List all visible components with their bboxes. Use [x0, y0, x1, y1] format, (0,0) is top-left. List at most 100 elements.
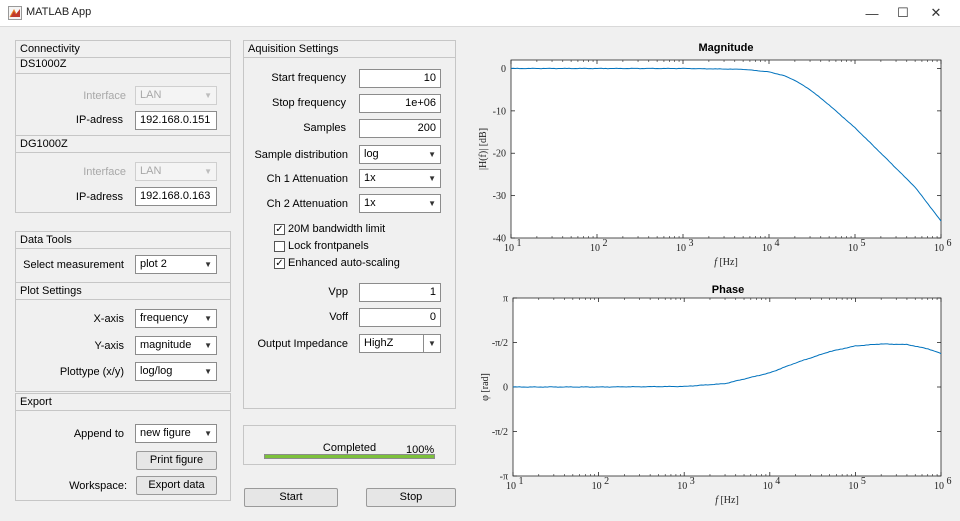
workspace-label: Workspace: — [69, 480, 127, 492]
voff-input[interactable]: 0 — [359, 308, 441, 327]
x-tick-label: 10 — [848, 481, 858, 492]
y-tick-label: -30 — [493, 191, 506, 202]
y-axis-label: |H(f)| [dB] — [478, 128, 489, 170]
checkbox-checked-icon: ✓ — [274, 223, 285, 235]
phase-plot: π-π/20-π/2-π10 1 10 2 10 3 10 4 10 5 10 6f [Hz]φ [r… — [480, 294, 952, 506]
x-tick-exponent: 3 — [690, 476, 695, 487]
plottype-dropdown[interactable]: log/log ▼ — [135, 362, 217, 381]
y-tick-label: 0 — [501, 64, 506, 75]
select-measurement-dropdown[interactable]: plot 2 ▼ — [135, 255, 217, 274]
window-title: MATLAB App — [26, 6, 92, 18]
ds-ip-label: IP-adress — [75, 114, 123, 126]
dg-ip-label: IP-adress — [75, 191, 123, 203]
output-impedance-label: Output Impedance — [257, 338, 348, 350]
close-button[interactable]: ✕ — [919, 0, 953, 26]
connectivity-panel: Connectivity DS1000Z Interface LAN ▼ IP-a… — [15, 40, 231, 213]
x-axis-dropdown[interactable]: frequency ▼ — [135, 309, 217, 328]
x-tick-label: 10 — [504, 243, 514, 254]
select-measurement-label: Select measurement — [23, 259, 124, 271]
x-axis-label: f [Hz] — [714, 257, 738, 268]
chevron-down-icon: ▼ — [204, 260, 212, 269]
chevron-down-icon: ▼ — [423, 335, 440, 352]
x-tick-exponent: 4 — [775, 476, 780, 487]
x-tick-exponent: 5 — [861, 238, 866, 249]
ch1-attenuation-label: Ch 1 Attenuation — [266, 173, 348, 185]
title-bar: MATLAB App — ☐ ✕ — [0, 0, 960, 27]
start-frequency-input[interactable]: 10 — [359, 69, 441, 88]
chevron-down-icon: ▼ — [204, 429, 212, 438]
ds-interface-dropdown: LAN ▼ — [135, 86, 217, 105]
x-axis-label: f [Hz] — [715, 495, 739, 506]
y-tick-label: π — [503, 294, 508, 305]
ch2-attenuation-label: Ch 2 Attenuation — [266, 198, 348, 210]
x-tick-label: 10 — [934, 481, 944, 492]
x-tick-exponent: 1 — [517, 238, 522, 249]
x-tick-exponent: 4 — [775, 238, 780, 249]
x-tick-label: 10 — [934, 243, 944, 254]
chevron-down-icon: ▼ — [204, 91, 212, 100]
maximize-button[interactable]: ☐ — [886, 0, 920, 26]
connectivity-title: Connectivity — [20, 43, 80, 55]
x-axis-label: X-axis — [93, 313, 124, 325]
dg-ip-input[interactable]: 192.168.0.163 — [135, 187, 217, 206]
chevron-down-icon: ▼ — [428, 174, 436, 183]
start-frequency-label: Start frequency — [271, 72, 346, 84]
dg-interface-label: Interface — [83, 166, 126, 178]
x-tick-label: 10 — [677, 481, 687, 492]
sample-distribution-label: Sample distribution — [254, 149, 348, 161]
chevron-down-icon: ▼ — [428, 199, 436, 208]
y-tick-label: -π/2 — [492, 338, 508, 349]
ds-interface-label: Interface — [83, 90, 126, 102]
x-tick-label: 10 — [590, 243, 600, 254]
x-tick-label: 10 — [676, 243, 686, 254]
dg-interface-dropdown: LAN ▼ — [135, 162, 217, 181]
samples-input[interactable]: 200 — [359, 119, 441, 138]
minimize-button[interactable]: — — [855, 0, 889, 26]
output-impedance-dropdown[interactable]: HighZ ▼ — [359, 334, 441, 353]
append-to-dropdown[interactable]: new figure ▼ — [135, 424, 217, 443]
y-axis-label: Y-axis — [94, 340, 124, 352]
sample-distribution-dropdown[interactable]: log ▼ — [359, 145, 441, 164]
x-tick-label: 10 — [763, 481, 773, 492]
vpp-input[interactable]: 1 — [359, 283, 441, 302]
ch1-attenuation-dropdown[interactable]: 1x ▼ — [359, 169, 441, 188]
ds-ip-input[interactable]: 192.168.0.151 — [135, 111, 217, 130]
stop-frequency-input[interactable]: 1e+06 — [359, 94, 441, 113]
x-tick-label: 10 — [848, 243, 858, 254]
x-tick-exponent: 2 — [603, 238, 608, 249]
plot-settings-panel: Plot Settings X-axis frequency ▼ Y-axis m… — [15, 282, 231, 392]
stop-button[interactable]: Stop — [366, 488, 456, 507]
enhanced-autoscaling-checkbox[interactable]: ✓ Enhanced auto-scaling — [274, 257, 400, 269]
x-tick-exponent: 6 — [947, 238, 952, 249]
y-tick-label: -10 — [493, 106, 506, 117]
export-title: Export — [20, 396, 52, 408]
x-tick-label: 10 — [592, 481, 602, 492]
x-tick-exponent: 3 — [689, 238, 694, 249]
ch2-attenuation-dropdown[interactable]: 1x ▼ — [359, 194, 441, 213]
dg1000z-label: DG1000Z — [20, 138, 68, 150]
data-tools-title: Data Tools — [20, 234, 72, 246]
y-tick-label: 0 — [503, 383, 508, 394]
y-axis-dropdown[interactable]: magnitude ▼ — [135, 336, 217, 355]
y-tick-label: -20 — [493, 149, 506, 160]
matlab-icon — [8, 6, 22, 20]
x-tick-exponent: 6 — [947, 476, 952, 487]
chevron-down-icon: ▼ — [204, 367, 212, 376]
export-data-button[interactable]: Export data — [136, 476, 217, 495]
chevron-down-icon: ▼ — [428, 150, 436, 159]
chevron-down-icon: ▼ — [204, 341, 212, 350]
bandwidth-limit-checkbox[interactable]: ✓ 20M bandwidth limit — [274, 223, 385, 235]
checkbox-unchecked-icon — [274, 240, 285, 252]
chevron-down-icon: ▼ — [204, 314, 212, 323]
data-tools-panel: Data Tools Select measurement plot 2 ▼ — [15, 231, 231, 283]
x-tick-label: 10 — [506, 481, 516, 492]
vpp-label: Vpp — [328, 286, 348, 298]
start-button[interactable]: Start — [244, 488, 338, 507]
print-figure-button[interactable]: Print figure — [136, 451, 217, 470]
x-tick-exponent: 5 — [861, 476, 866, 487]
lock-frontpanels-checkbox[interactable]: Lock frontpanels — [274, 240, 369, 252]
y-axis-label: φ [rad] — [480, 373, 491, 401]
progress-bar — [264, 454, 435, 459]
append-to-label: Append to — [73, 428, 124, 440]
stop-frequency-label: Stop frequency — [272, 97, 346, 109]
